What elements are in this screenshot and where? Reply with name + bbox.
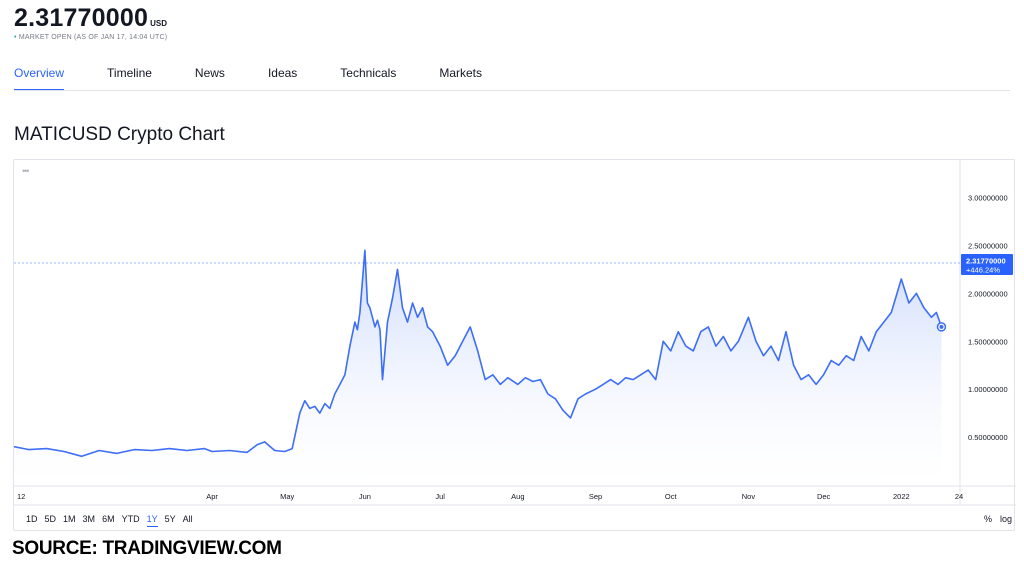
current-price: 2.31770000 xyxy=(14,4,149,32)
price-currency: USD xyxy=(150,19,167,28)
log-scale-toggle[interactable]: log xyxy=(1000,514,1012,524)
range-selector: 1D 5D 1M 3M 6M YTD 1Y 5Y All xyxy=(26,514,200,527)
tab-news[interactable]: News xyxy=(195,66,225,91)
status-dot-icon: • xyxy=(14,34,17,41)
tab-bar: Overview Timeline News Ideas Technicals … xyxy=(14,66,525,91)
x-tick-label: 24 xyxy=(955,492,963,501)
tab-overview[interactable]: Overview xyxy=(14,66,65,91)
x-tick-label: Nov xyxy=(742,492,756,501)
y-tick-label: 3.00000000 xyxy=(968,194,1008,203)
last-change-label: +446.24% xyxy=(966,265,1000,274)
range-5d[interactable]: 5D xyxy=(45,514,57,524)
x-tick-label: May xyxy=(280,492,294,501)
range-1m[interactable]: 1M xyxy=(63,514,76,524)
range-all[interactable]: All xyxy=(183,514,193,524)
percent-scale-toggle[interactable]: % xyxy=(984,514,992,524)
range-3m[interactable]: 3M xyxy=(83,514,96,524)
market-status-text: MARKET OPEN (AS OF JAN 17, 14:04 UTC) xyxy=(18,34,168,41)
y-tick-label: 2.00000000 xyxy=(968,289,1008,298)
chart-menu-icon[interactable]: ••• xyxy=(22,166,30,176)
y-tick-label: 2.50000000 xyxy=(968,241,1008,250)
tab-markets[interactable]: Markets xyxy=(439,66,482,91)
x-tick-label: 2022 xyxy=(893,492,910,501)
y-tick-label: 0.50000000 xyxy=(968,433,1008,442)
tab-technicals[interactable]: Technicals xyxy=(340,66,396,91)
range-1d[interactable]: 1D xyxy=(26,514,38,524)
x-tick-label: Jun xyxy=(359,492,371,501)
scale-toggles: % log xyxy=(976,514,1012,524)
tab-divider xyxy=(14,90,1010,91)
range-ytd[interactable]: YTD xyxy=(122,514,140,524)
x-tick-label: Aug xyxy=(511,492,524,501)
x-tick-label: Oct xyxy=(665,492,678,501)
source-caption: SOURCE: TRADINGVIEW.COM xyxy=(12,538,282,559)
range-6m[interactable]: 6M xyxy=(102,514,115,524)
price-chart[interactable]: 0.50000000 1.00000000 1.50000000 2.00000000… xyxy=(14,160,1016,532)
x-tick-label: Jul xyxy=(435,492,445,501)
range-1y[interactable]: 1Y xyxy=(146,514,158,527)
tab-ideas[interactable]: Ideas xyxy=(268,66,297,91)
last-point-dot xyxy=(939,324,944,329)
x-tick-label: Dec xyxy=(817,492,831,501)
x-tick-label: 12 xyxy=(17,492,25,501)
x-tick-label: Sep xyxy=(589,492,602,501)
last-price-label: 2.31770000 xyxy=(966,256,1006,265)
chart-container[interactable]: 0.50000000 1.00000000 1.50000000 2.00000000… xyxy=(13,159,1016,532)
chart-title: MATICUSD Crypto Chart xyxy=(14,124,225,145)
y-tick-label: 1.00000000 xyxy=(968,385,1008,394)
x-tick-label: Apr xyxy=(206,492,218,501)
y-tick-label: 1.50000000 xyxy=(968,337,1008,346)
price-header: 2.31770000 USD xyxy=(14,4,167,33)
range-5y[interactable]: 5Y xyxy=(165,514,176,524)
market-status: • MARKET OPEN (AS OF JAN 17, 14:04 UTC) xyxy=(14,34,167,41)
tab-timeline[interactable]: Timeline xyxy=(107,66,152,91)
